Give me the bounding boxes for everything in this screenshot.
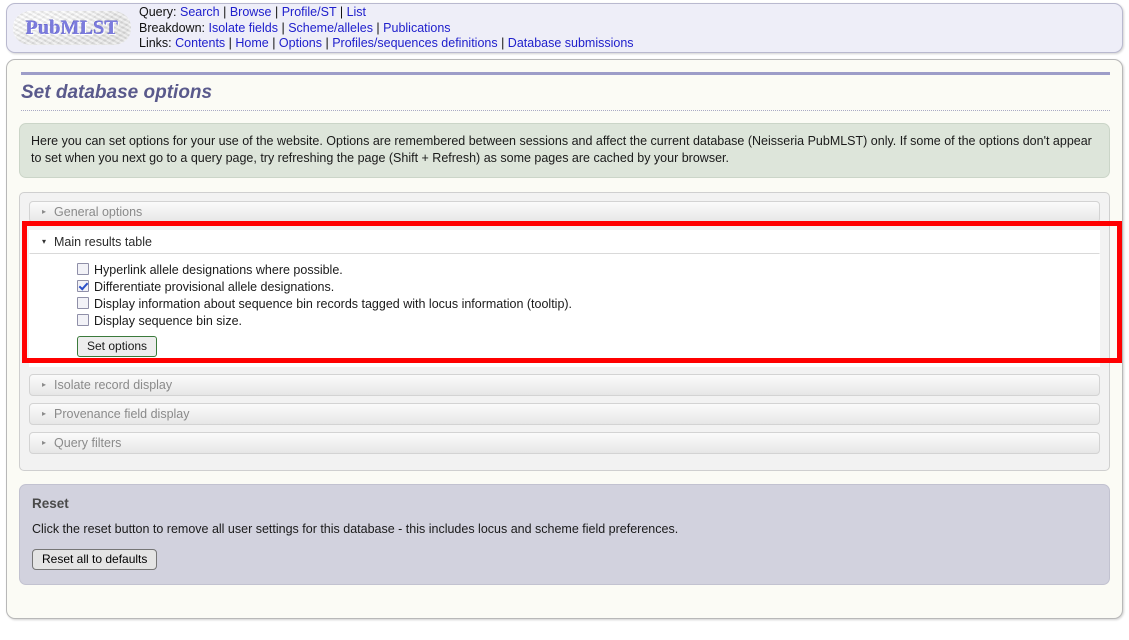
nav-link-isolate-fields[interactable]: Isolate fields: [209, 21, 278, 35]
nav-separator: |: [277, 20, 289, 35]
nav-label-breakdown: Breakdown:: [139, 20, 206, 35]
section-label: Isolate record display: [54, 378, 173, 392]
section-label: General options: [54, 205, 143, 219]
nav-separator: |: [372, 20, 384, 35]
section-main-results-table: ▾ Main results table Hyperlink allele de…: [29, 230, 1100, 367]
pubmlst-logo: PubMLST: [13, 11, 131, 45]
section-header-isolate-record-display[interactable]: ▸ Isolate record display: [29, 374, 1100, 396]
section-provenance-field-display: ▸ Provenance field display: [29, 403, 1100, 425]
options-accordion: ▸ General options ▾ Main results table H…: [19, 192, 1122, 471]
nav-separator: |: [336, 5, 347, 20]
option-row: Hyperlink allele designations where poss…: [77, 262, 1100, 278]
nav-link-profiles-sequences-definitions[interactable]: Profiles/sequences definitions: [332, 36, 497, 50]
reset-panel: Reset Click the reset button to remove a…: [19, 484, 1110, 585]
option-label[interactable]: Display sequence bin size.: [94, 313, 242, 329]
chevron-right-icon: ▸: [42, 438, 47, 447]
section-isolate-record-display: ▸ Isolate record display: [29, 374, 1100, 396]
option-row: Display sequence bin size.: [77, 313, 1100, 329]
section-label: Query filters: [54, 436, 122, 450]
nav-link-publications[interactable]: Publications: [383, 21, 450, 35]
nav-separator: |: [271, 5, 282, 20]
chevron-right-icon: ▸: [42, 409, 47, 418]
option-label[interactable]: Differentiate provisional allele designa…: [94, 279, 334, 295]
nav-separator: |: [322, 36, 333, 51]
chevron-right-icon: ▸: [42, 207, 47, 216]
nav-row-breakdown: Breakdown: Isolate fields | Scheme/allel…: [139, 21, 634, 37]
section-query-filters: ▸ Query filters: [29, 432, 1100, 454]
reset-all-to-defaults-button[interactable]: Reset all to defaults: [32, 549, 158, 570]
nav-separator: |: [497, 36, 508, 51]
main-content-panel: Set database options Here you can set op…: [6, 59, 1123, 619]
section-label: Main results table: [54, 235, 152, 249]
nav-label-query: Query:: [139, 5, 177, 20]
nav-link-list[interactable]: List: [347, 5, 366, 19]
option-row: Differentiate provisional allele designa…: [77, 279, 1100, 295]
page-title: Set database options: [21, 72, 1110, 111]
set-options-button[interactable]: Set options: [77, 336, 158, 357]
nav-link-home[interactable]: Home: [235, 36, 268, 50]
nav-label-links: Links:: [139, 36, 172, 51]
checkbox-display-sequence-bin-size[interactable]: [77, 314, 89, 326]
section-header-general-options[interactable]: ▸ General options: [29, 201, 1100, 223]
section-label: Provenance field display: [54, 407, 190, 421]
reset-description: Click the reset button to remove all use…: [32, 522, 679, 536]
info-message: Here you can set options for your use of…: [19, 123, 1110, 178]
option-label[interactable]: Display information about sequence bin r…: [94, 296, 572, 312]
nav-link-database-submissions[interactable]: Database submissions: [508, 36, 634, 50]
nav-link-scheme-alleles[interactable]: Scheme/alleles: [288, 21, 373, 35]
section-header-main-results-table[interactable]: ▾ Main results table: [29, 230, 1100, 254]
nav-separator: |: [268, 36, 279, 51]
nav-link-contents[interactable]: Contents: [175, 36, 225, 50]
header-nav: Query: Search | Browse | Profile/ST | Li…: [139, 4, 634, 52]
option-row: Display information about sequence bin r…: [77, 296, 1100, 312]
reset-title: Reset: [32, 496, 69, 511]
option-label[interactable]: Hyperlink allele designations where poss…: [94, 262, 343, 278]
nav-link-search[interactable]: Search: [180, 5, 220, 19]
nav-row-query: Query: Search | Browse | Profile/ST | Li…: [139, 5, 634, 21]
section-body-main-results-table: Hyperlink allele designations where poss…: [29, 254, 1100, 367]
section-header-provenance-field-display[interactable]: ▸ Provenance field display: [29, 403, 1100, 425]
section-general-options: ▸ General options: [29, 201, 1100, 223]
nav-separator: |: [225, 36, 236, 51]
logo-text: PubMLST: [25, 16, 119, 39]
checkbox-display-sequence-bin-tag-info[interactable]: [77, 297, 89, 309]
section-header-query-filters[interactable]: ▸ Query filters: [29, 432, 1100, 454]
chevron-right-icon: ▸: [42, 380, 47, 389]
site-header: PubMLST Query: Search | Browse | Profile…: [6, 3, 1123, 53]
nav-link-options[interactable]: Options: [279, 36, 322, 50]
nav-link-profile-st[interactable]: Profile/ST: [282, 5, 337, 19]
checkbox-differentiate-provisional-allele-designations[interactable]: [77, 280, 89, 292]
nav-separator: |: [219, 5, 230, 20]
nav-row-links: Links: Contents | Home | Options | Profi…: [139, 36, 634, 52]
nav-link-browse[interactable]: Browse: [230, 5, 272, 19]
chevron-down-icon: ▾: [42, 237, 47, 246]
checkbox-hyperlink-allele-designations[interactable]: [77, 263, 89, 275]
